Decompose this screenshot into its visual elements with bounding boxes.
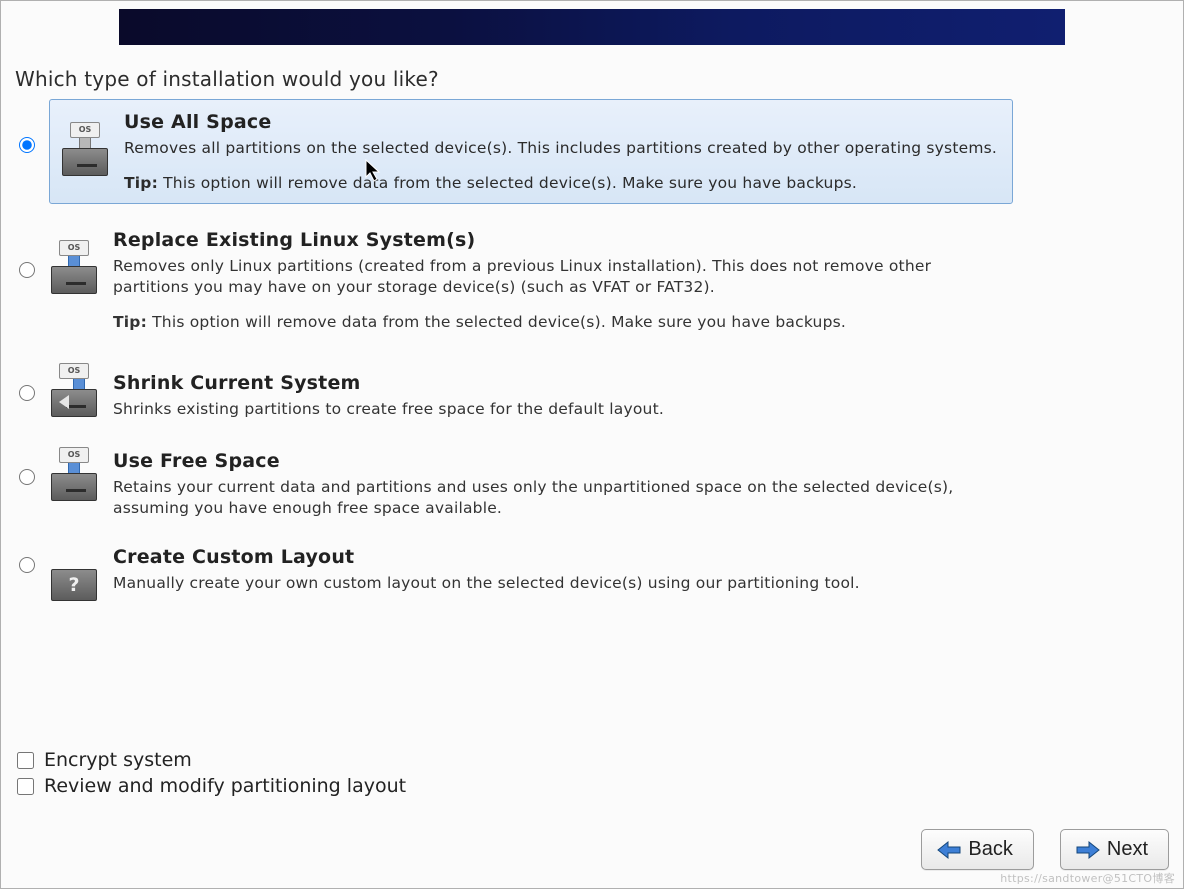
installer-window: Which type of installation would you lik…	[0, 0, 1184, 889]
tip-label: Tip:	[124, 174, 158, 192]
option-custom-layout[interactable]: ? Create Custom Layout Manually create y…	[19, 537, 1183, 611]
os-tab-icon: OS	[70, 122, 100, 138]
review-layout-row[interactable]: Review and modify partitioning layout	[17, 775, 1183, 797]
option-desc: Removes only Linux partitions (created f…	[113, 256, 993, 298]
custom-question-icon: ?	[49, 547, 97, 603]
review-layout-checkbox[interactable]	[17, 778, 34, 795]
next-button[interactable]: Next	[1060, 829, 1169, 870]
radio-col	[19, 443, 49, 485]
tip-label: Tip:	[113, 313, 147, 331]
option-text: Use Free Space Retains your current data…	[113, 443, 993, 518]
option-title: Shrink Current System	[113, 371, 993, 397]
encrypt-system-row[interactable]: Encrypt system	[17, 749, 1183, 771]
icon-col: OS	[49, 224, 113, 296]
option-title: Use Free Space	[113, 449, 993, 475]
back-button-label: Back	[968, 838, 1012, 861]
encrypt-system-checkbox[interactable]	[17, 752, 34, 769]
icon-col: OS	[49, 357, 113, 419]
tip-text: This option will remove data from the se…	[152, 313, 846, 331]
install-type-options: OS Use All Space Removes all partitions …	[19, 99, 1183, 611]
option-desc: Shrinks existing partitions to create fr…	[113, 399, 993, 420]
icon-col: OS	[60, 106, 124, 193]
icon-col: ?	[49, 543, 113, 603]
disk-replace-icon: OS	[49, 240, 97, 296]
radio-col	[19, 224, 49, 278]
arrow-left-icon	[936, 840, 962, 860]
back-button[interactable]: Back	[921, 829, 1033, 870]
option-tip: Tip: This option will remove data from t…	[124, 173, 1004, 194]
option-tip: Tip: This option will remove data from t…	[113, 312, 993, 333]
option-text: Replace Existing Linux System(s) Removes…	[113, 224, 993, 332]
disk-erase-icon: OS	[60, 122, 108, 178]
next-button-label: Next	[1107, 838, 1148, 861]
option-title: Replace Existing Linux System(s)	[113, 228, 993, 254]
option-text: Use All Space Removes all partitions on …	[124, 106, 1004, 193]
option-desc: Manually create your own custom layout o…	[113, 573, 993, 594]
option-text: Create Custom Layout Manually create you…	[113, 543, 993, 594]
option-desc: Removes all partitions on the selected d…	[124, 138, 1004, 159]
radio-shrink-current[interactable]	[19, 385, 35, 401]
icon-col: OS	[49, 443, 113, 503]
option-title: Use All Space	[124, 110, 1004, 136]
radio-col	[19, 357, 49, 401]
os-tab-icon: OS	[59, 363, 89, 379]
radio-replace-existing[interactable]	[19, 262, 35, 278]
question-mark-icon: ?	[51, 569, 97, 601]
disk-free-space-icon: OS	[49, 447, 97, 503]
option-text: Shrink Current System Shrinks existing p…	[113, 357, 993, 420]
os-tab-icon: OS	[59, 447, 89, 463]
watermark-text: https://sandtower@51CTO博客	[1000, 870, 1175, 886]
option-use-all-space[interactable]: OS Use All Space Removes all partitions …	[19, 99, 1183, 218]
disk-shrink-icon: OS	[49, 363, 97, 419]
radio-use-all-space[interactable]	[19, 137, 35, 153]
option-title: Create Custom Layout	[113, 545, 993, 571]
os-tab-icon: OS	[59, 240, 89, 256]
left-arrow-icon	[59, 395, 69, 409]
page-title: Which type of installation would you lik…	[15, 67, 1183, 91]
bottom-checkboxes: Encrypt system Review and modify partiti…	[1, 745, 1183, 801]
encrypt-system-label: Encrypt system	[44, 749, 192, 771]
option-replace-existing[interactable]: OS Replace Existing Linux System(s) Remo…	[19, 218, 1183, 350]
option-desc: Retains your current data and partitions…	[113, 477, 993, 519]
radio-col	[19, 99, 49, 153]
radio-custom-layout[interactable]	[19, 557, 35, 573]
tip-text: This option will remove data from the se…	[163, 174, 857, 192]
radio-use-free-space[interactable]	[19, 469, 35, 485]
option-use-free-space[interactable]: OS Use Free Space Retains your current d…	[19, 437, 1183, 536]
review-layout-label: Review and modify partitioning layout	[44, 775, 406, 797]
header-banner	[119, 9, 1065, 45]
radio-col	[19, 543, 49, 573]
arrow-right-icon	[1075, 840, 1101, 860]
option-shrink-current[interactable]: OS Shrink Current System Shrinks existin…	[19, 351, 1183, 438]
